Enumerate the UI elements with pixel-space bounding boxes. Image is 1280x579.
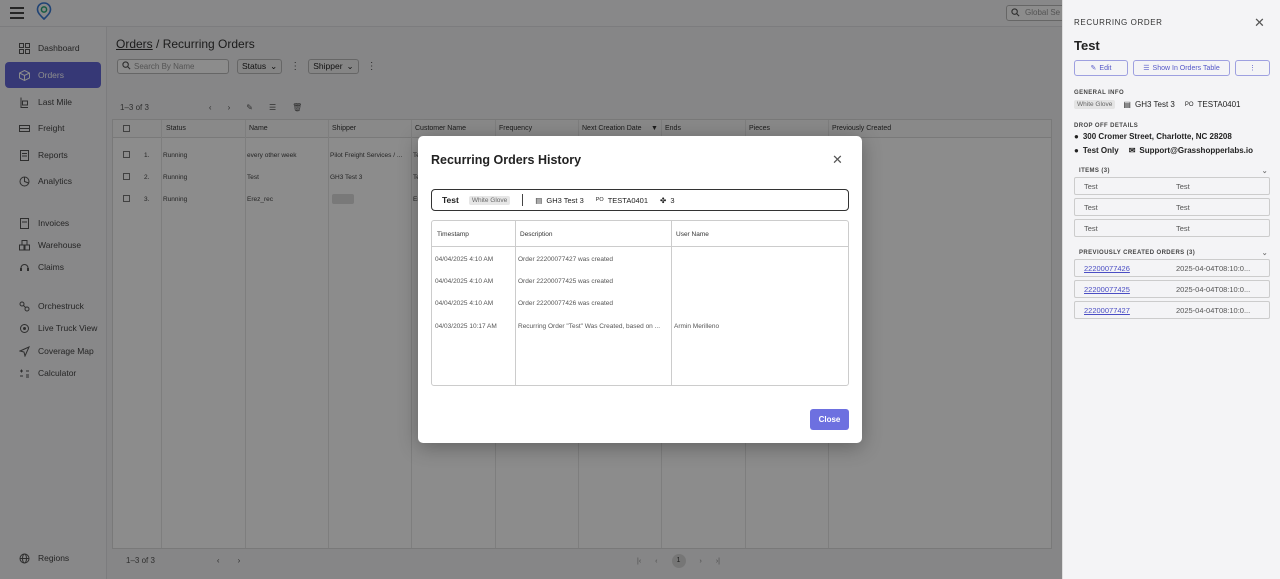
chevron-down-icon: ⌄ xyxy=(1261,250,1268,257)
close-icon[interactable]: ✕ xyxy=(1254,15,1265,31)
item-value: Test xyxy=(1176,203,1190,212)
item-row[interactable]: Test Test xyxy=(1074,219,1270,237)
history-timestamp: 04/04/2025 4:10 AM xyxy=(435,300,494,307)
po-number: TESTA0401 xyxy=(1197,100,1241,109)
order-link[interactable]: 22200077426 xyxy=(1084,264,1130,273)
history-table: Timestamp Description User Name 04/04/20… xyxy=(431,220,849,386)
order-date: 2025-04-04T08:10:0... xyxy=(1176,285,1251,294)
previous-order-row: 22200077425 2025-04-04T08:10:0... xyxy=(1074,280,1270,298)
panel-actions: ✎ Edit ☰ Show In Orders Table ⋮ xyxy=(1074,60,1270,76)
divider xyxy=(522,194,524,206)
item-value: Test xyxy=(1084,182,1098,191)
po-icon: PO xyxy=(1184,101,1194,108)
order-name: Test xyxy=(442,195,459,205)
order-date: 2025-04-04T08:10:0... xyxy=(1176,264,1251,273)
recurring-order-panel: RECURRING ORDER ✕ Test ✎ Edit ☰ Show In Or… xyxy=(1062,0,1280,579)
history-description: Order 22200077427 was created xyxy=(518,256,614,263)
pencil-icon: ✎ xyxy=(1090,65,1097,72)
history-description: Order 22200077426 was created xyxy=(518,300,614,307)
item-row[interactable]: Test Test xyxy=(1074,198,1270,216)
shipper-icon: ▤ xyxy=(535,195,543,205)
show-button-label: Show In Orders Table xyxy=(1152,64,1220,72)
shipper-info: ▤ GH3 Test 3 xyxy=(535,196,583,205)
list-icon: ☰ xyxy=(1143,65,1150,72)
general-info-row: White Glove ▤ GH3 Test 3 PO TESTA0401 xyxy=(1074,100,1241,109)
recurring-orders-history-dialog: Recurring Orders History ✕ Test White Gl… xyxy=(418,136,862,443)
item-row[interactable]: Test Test xyxy=(1074,177,1270,195)
contact-email: Support@Grasshopperlabs.io xyxy=(1139,146,1253,155)
history-timestamp: 04/04/2025 4:10 AM xyxy=(435,256,494,263)
show-in-orders-table-button[interactable]: ☰ Show In Orders Table xyxy=(1133,60,1230,76)
general-info-heading: GENERAL INFO xyxy=(1074,90,1125,96)
dropoff-address: 300 Cromer Street, Charlotte, NC 28208 xyxy=(1082,132,1232,141)
history-table-header xyxy=(432,221,848,247)
edit-button-label: Edit xyxy=(1099,64,1112,72)
previous-orders-header[interactable]: PREVIOUSLY CREATED ORDERS (3) ⌄ xyxy=(1074,250,1270,257)
close-button[interactable]: Close xyxy=(810,409,849,430)
previous-orders-heading: PREVIOUSLY CREATED ORDERS (3) xyxy=(1079,250,1196,256)
panel-title: Test xyxy=(1074,38,1100,53)
chevron-down-icon: ⌄ xyxy=(1261,168,1268,175)
history-timestamp: 04/04/2025 4:10 AM xyxy=(435,278,494,285)
item-value: Test xyxy=(1084,224,1098,233)
service-badge: White Glove xyxy=(468,195,511,205)
po-info: PO TESTA0401 xyxy=(596,196,648,205)
dropoff-heading: DROP OFF DETAILS xyxy=(1074,123,1139,129)
service-badge: White Glove xyxy=(1074,100,1116,109)
dialog-title: Recurring Orders History xyxy=(431,153,582,167)
item-value: Test xyxy=(1176,182,1190,191)
order-date: 2025-04-04T08:10:0... xyxy=(1176,306,1251,315)
pieces-count: 3 xyxy=(670,195,675,205)
dropoff-contact-row: ● Test Only ✉ Support@Grasshopperlabs.io xyxy=(1074,146,1253,155)
email-icon: ✉ xyxy=(1128,146,1136,155)
history-user: Armin Merilleno xyxy=(674,323,720,330)
previous-order-row: 22200077427 2025-04-04T08:10:0... xyxy=(1074,301,1270,319)
history-description: Order 22200077425 was created xyxy=(518,278,614,285)
more-options-button[interactable]: ⋮ xyxy=(1235,60,1270,76)
contact-name: Test Only xyxy=(1082,146,1119,155)
puzzle-icon: ✤ xyxy=(660,195,667,205)
item-value: Test xyxy=(1084,203,1098,212)
dropoff-address-row: ● 300 Cromer Street, Charlotte, NC 28208 xyxy=(1074,132,1232,141)
order-link[interactable]: 22200077425 xyxy=(1084,285,1130,294)
location-pin-icon: ● xyxy=(1074,132,1079,141)
shipper-icon: ▤ xyxy=(1123,100,1131,109)
previous-order-row: 22200077426 2025-04-04T08:10:0... xyxy=(1074,259,1270,277)
close-icon[interactable]: ✕ xyxy=(832,152,843,168)
shipper-name: GH3 Test 3 xyxy=(1134,100,1175,109)
order-link[interactable]: 22200077427 xyxy=(1084,306,1130,315)
items-header[interactable]: ITEMS (3) ⌄ xyxy=(1074,168,1270,175)
edit-button[interactable]: ✎ Edit xyxy=(1074,60,1128,76)
items-heading: ITEMS (3) xyxy=(1079,168,1110,174)
previous-orders-section: PREVIOUSLY CREATED ORDERS (3) ⌄ 222000774… xyxy=(1074,250,1270,319)
history-timestamp: 04/03/2025 10:17 AM xyxy=(435,323,497,330)
column-header-description: Description xyxy=(520,231,553,238)
po-number: TESTA0401 xyxy=(607,195,649,205)
panel-heading: RECURRING ORDER xyxy=(1074,18,1163,27)
person-icon: ● xyxy=(1074,146,1079,155)
items-section: ITEMS (3) ⌄ Test Test Test Test Test Test xyxy=(1074,168,1270,237)
shipper-name: GH3 Test 3 xyxy=(546,195,584,205)
history-description: Recurring Order "Test" Was Created, base… xyxy=(518,323,661,330)
pieces-info: ✤ 3 xyxy=(660,196,674,205)
more-vertical-icon: ⋮ xyxy=(1249,65,1256,72)
item-value: Test xyxy=(1176,224,1190,233)
po-icon: PO xyxy=(595,197,604,203)
order-summary-bar: Test White Glove ▤ GH3 Test 3 PO TESTA0401… xyxy=(431,189,849,211)
column-header-timestamp: Timestamp xyxy=(437,231,469,238)
column-header-user: User Name xyxy=(676,231,709,238)
